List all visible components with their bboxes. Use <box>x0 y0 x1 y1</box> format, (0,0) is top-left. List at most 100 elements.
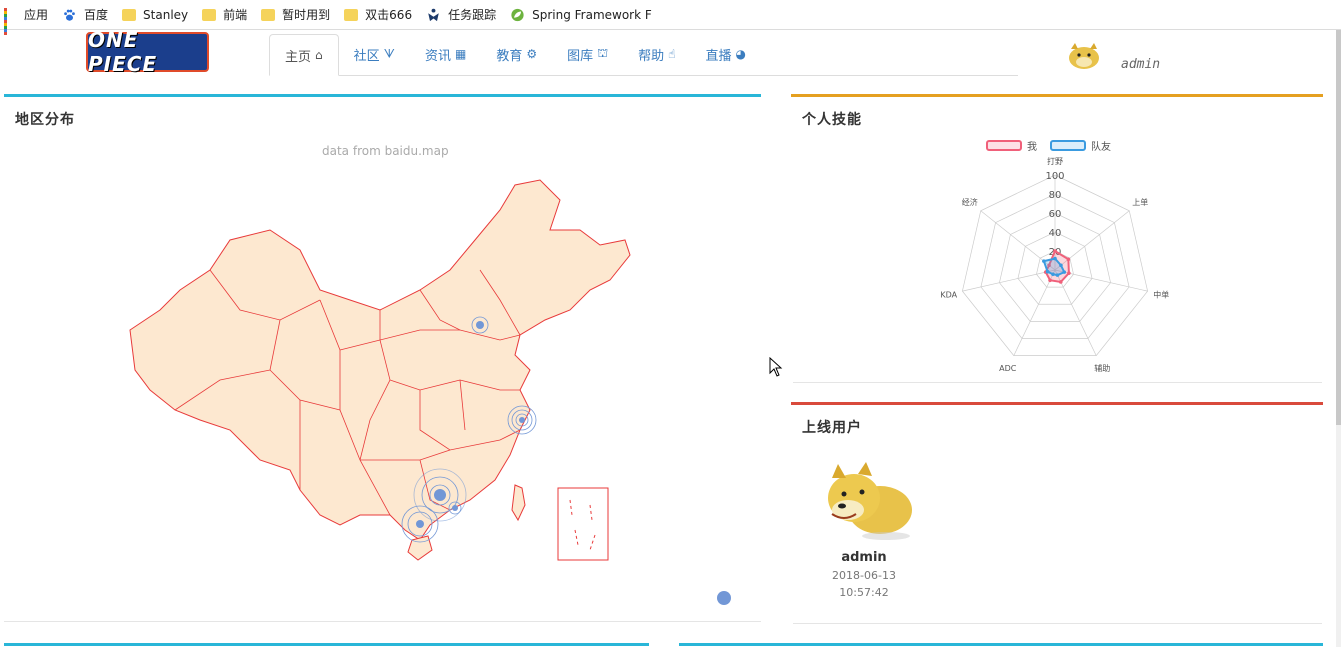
nav-tab-home[interactable]: 主页 ⌂ <box>269 34 339 76</box>
bank-icon: ⛫ <box>597 46 609 60</box>
bookmark-folder-stanley[interactable]: Stanley <box>122 0 188 29</box>
china-map[interactable] <box>120 170 640 570</box>
radar-data-point <box>1067 271 1071 275</box>
panel-title: 个人技能 <box>802 112 862 128</box>
folder-icon <box>261 8 276 21</box>
radar-tick-label: 80 <box>1049 190 1062 201</box>
nav-tab-gallery[interactable]: 图库 ⛫ <box>552 34 623 74</box>
hand-pointer-icon: ☝ <box>668 47 676 61</box>
radar-indicator-label: 辅助 <box>1094 363 1110 373</box>
radar-indicator-label: 经济 <box>962 197 978 207</box>
taiwan-island <box>511 484 526 522</box>
bookmark-folder-frontend[interactable]: 前端 <box>202 0 247 29</box>
bookmark-apps[interactable]: 应用 <box>4 0 49 35</box>
nav-tab-label: 直播 <box>705 48 732 64</box>
bottom-panel-left <box>4 643 649 647</box>
legend-item-teammate[interactable]: 队友 <box>1050 138 1111 153</box>
map-icon: ▦ <box>454 47 467 61</box>
logo-text: ONE PIECE <box>88 28 158 76</box>
radar-data-point <box>1066 257 1071 262</box>
bookmark-folder-666[interactable]: 双击666 <box>344 0 412 29</box>
user-avatar[interactable] <box>1065 40 1103 70</box>
bookmark-label: 应用 <box>24 8 49 22</box>
vine-icon: ᗐ <box>383 46 395 61</box>
legend-item-me[interactable]: 我 <box>986 138 1037 153</box>
radar-data-point <box>1059 263 1063 268</box>
dribbble-icon: ◕ <box>735 47 746 61</box>
map-visualmap-handle[interactable] <box>717 591 731 605</box>
baidu-paw-icon <box>64 9 75 21</box>
online-user-avatar[interactable] <box>818 460 918 542</box>
radar-data-point <box>1053 256 1057 261</box>
panel-title: 上线用户 <box>802 420 862 436</box>
bookmark-label: 百度 <box>84 8 109 22</box>
spring-leaf-icon <box>511 8 524 21</box>
bookmark-folder-temp[interactable]: 暂时用到 <box>261 0 330 29</box>
bookmark-label: Spring Framework F <box>532 7 652 22</box>
radar-data-point <box>1048 278 1052 283</box>
nav-tab-label: 图库 <box>567 48 594 64</box>
legend-label: 我 <box>1027 142 1037 153</box>
divider <box>793 623 1322 624</box>
radar-tick-label: 100 <box>1045 171 1064 182</box>
bookmark-label: 暂时用到 <box>282 8 331 22</box>
nav-tab-label: 教育 <box>496 48 523 64</box>
nav-tab-community[interactable]: 社区 ᗐ <box>339 34 410 74</box>
bookmarks-bar: 应用 百度 Stanley 前端 暂时用到 双击666 任务跟踪 Spring … <box>0 0 1341 35</box>
divider <box>4 621 761 622</box>
scrollbar-thumb[interactable] <box>1336 30 1341 425</box>
bookmark-jira[interactable]: 任务跟踪 <box>426 0 496 29</box>
radar-indicator-label: KDA <box>940 290 957 299</box>
apps-icon <box>4 7 17 35</box>
radar-data-point <box>1051 272 1055 277</box>
steam-icon: ⚙ <box>526 47 538 61</box>
user-name[interactable]: admin <box>1121 57 1160 72</box>
jira-icon <box>428 8 439 21</box>
radar-data-point <box>1042 259 1046 263</box>
bookmark-label: 双击666 <box>365 8 413 22</box>
hotspot-shanghai <box>507 405 537 435</box>
radar-axis <box>1013 269 1056 356</box>
radar-data-point <box>1053 249 1057 253</box>
bookmark-spring[interactable]: Spring Framework F <box>510 0 652 29</box>
china-map-mainland <box>129 179 631 541</box>
nav-tab-label: 主页 <box>285 49 312 65</box>
nav-tab-label: 帮助 <box>638 48 665 64</box>
map-subtitle: data from baidu.map <box>322 144 449 158</box>
nav-tab-education[interactable]: 教育 ⚙ <box>481 34 552 74</box>
skills-radar-chart[interactable]: 20406080100打野上单中单辅助ADCKDA经济 <box>930 155 1180 377</box>
radar-data-point <box>1045 269 1050 274</box>
folder-icon <box>344 8 359 21</box>
bookmark-label: 前端 <box>223 8 248 22</box>
radar-indicator-label: 打野 <box>1047 156 1063 166</box>
south-china-sea-islands <box>569 499 596 551</box>
bookmark-baidu[interactable]: 百度 <box>62 0 108 29</box>
legend-swatch <box>1050 140 1086 151</box>
radar-data-point <box>1055 273 1060 277</box>
radar-data-point <box>1058 280 1063 284</box>
home-icon: ⌂ <box>315 48 323 62</box>
panel-title: 地区分布 <box>15 112 75 128</box>
bookmark-label: Stanley <box>143 7 189 22</box>
bottom-panel-right <box>679 643 1323 647</box>
legend-swatch <box>986 140 1022 151</box>
page-scrollbar[interactable] <box>1336 30 1341 647</box>
legend-label: 队友 <box>1091 142 1111 153</box>
radar-tick-label: 40 <box>1049 228 1062 239</box>
nav-tab-news[interactable]: 资讯 ▦ <box>410 34 481 74</box>
nav-tab-help[interactable]: 帮助 ☝ <box>623 34 690 74</box>
folder-icon <box>202 8 217 21</box>
main-nav: 主页 ⌂ 社区 ᗐ 资讯 ▦ 教育 ⚙ 图库 ⛫ 帮助 ☝ 直播 ◕ <box>269 34 1018 76</box>
radar-tick-label: 60 <box>1049 209 1062 220</box>
radar-indicator-label: 上单 <box>1132 197 1148 207</box>
site-logo[interactable]: ONE PIECE <box>86 28 209 76</box>
nav-tab-live[interactable]: 直播 ◕ <box>690 34 761 74</box>
online-user-name[interactable]: admin <box>818 550 910 565</box>
online-user-time: 10:57:42 <box>839 586 889 599</box>
online-user-date: 2018-06-13 <box>832 569 896 582</box>
folder-icon <box>122 8 137 21</box>
bookmark-label: 任务跟踪 <box>448 8 497 22</box>
radar-indicator-label: 中单 <box>1153 289 1169 299</box>
divider <box>793 382 1322 383</box>
south-china-sea-inset <box>557 487 609 561</box>
